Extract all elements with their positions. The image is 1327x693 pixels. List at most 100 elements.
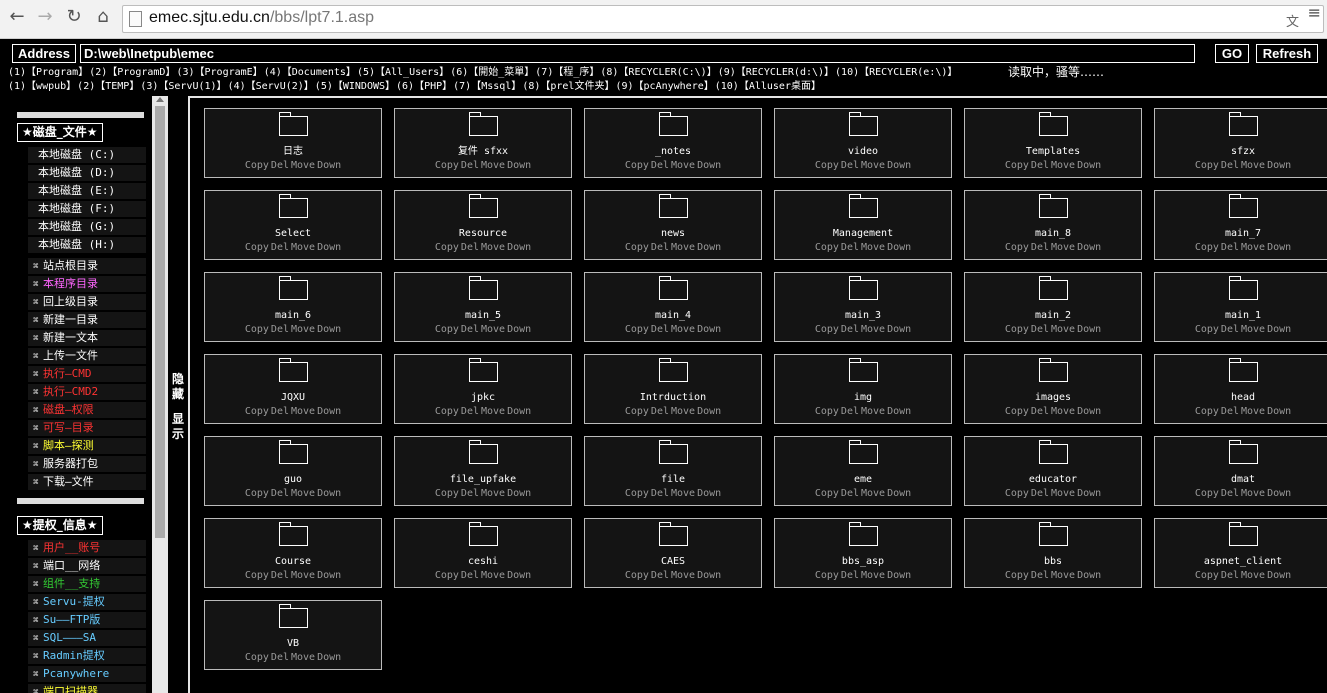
drive-link[interactable]: 本地磁盘 (E:) [28,183,146,199]
folder-action-down-link[interactable]: Down [1267,242,1291,253]
folder-action-del-link[interactable]: Del [1031,488,1049,499]
folder-name[interactable]: 复件 sfxx [395,145,571,158]
folder-name[interactable]: ceshi [395,555,571,568]
folder-action-move-link[interactable]: Move [1241,160,1265,171]
folder-name[interactable]: VB [205,637,381,650]
folder-icon[interactable] [849,358,878,382]
folder-action-move-link[interactable]: Move [671,406,695,417]
folder-name[interactable]: JQXU [205,391,381,404]
folder-tile[interactable]: eme Copy Del Move Down [774,436,952,506]
folder-action-move-link[interactable]: Move [1051,570,1075,581]
folder-icon[interactable] [279,440,308,464]
forward-icon[interactable]: → [34,6,56,28]
folder-action-move-link[interactable]: Move [481,570,505,581]
folder-icon[interactable] [469,276,498,300]
folder-action-del-link[interactable]: Del [461,160,479,171]
folder-action-down-link[interactable]: Down [1077,324,1101,335]
folder-action-down-link[interactable]: Down [887,324,911,335]
folder-tile[interactable]: main_6 Copy Del Move Down [204,272,382,342]
folder-action-copy-link[interactable]: Copy [1005,488,1029,499]
folder-action-copy-link[interactable]: Copy [1005,160,1029,171]
quicklink[interactable]: (2)【ProgramD】 [89,67,175,78]
folder-tile[interactable]: file_upfake Copy Del Move Down [394,436,572,506]
folder-tile[interactable]: Resource Copy Del Move Down [394,190,572,260]
folder-icon[interactable] [1229,358,1258,382]
folder-icon[interactable] [659,358,688,382]
folder-action-move-link[interactable]: Move [291,242,315,253]
sidebar-info-item[interactable]: ⌘ Pcanywhere [28,666,146,682]
url-bar[interactable]: emec.sjtu.edu.cn/bbs/lpt7.1.asp 文 [122,5,1324,33]
folder-name[interactable]: img [775,391,951,404]
folder-name[interactable]: Intrduction [585,391,761,404]
folder-icon[interactable] [279,604,308,628]
folder-action-del-link[interactable]: Del [271,324,289,335]
folder-action-del-link[interactable]: Del [841,406,859,417]
folder-icon[interactable] [849,440,878,464]
folder-name[interactable]: CAES [585,555,761,568]
folder-icon[interactable] [1229,522,1258,546]
folder-action-copy-link[interactable]: Copy [625,160,649,171]
folder-action-copy-link[interactable]: Copy [1195,406,1219,417]
folder-action-del-link[interactable]: Del [841,488,859,499]
folder-name[interactable]: main_7 [1155,227,1327,240]
folder-tile[interactable]: Course Copy Del Move Down [204,518,382,588]
folder-action-del-link[interactable]: Del [651,488,669,499]
folder-action-copy-link[interactable]: Copy [815,160,839,171]
folder-icon[interactable] [1039,194,1068,218]
quicklink[interactable]: (4)【Documents】 [264,67,356,78]
quicklink[interactable]: (2)【TEMP】 [77,81,139,92]
show-sidebar-link[interactable]: 显示 [171,412,185,442]
sidebar-info-item[interactable]: ⌘ Radmin提权 [28,648,146,664]
folder-tile[interactable]: main_2 Copy Del Move Down [964,272,1142,342]
folder-name[interactable]: guo [205,473,381,486]
quicklink[interactable]: (5)【All_Users】 [357,67,449,78]
folder-icon[interactable] [469,194,498,218]
folder-name[interactable]: sfzx [1155,145,1327,158]
folder-icon[interactable] [279,194,308,218]
folder-name[interactable]: video [775,145,951,158]
folder-action-move-link[interactable]: Move [1051,160,1075,171]
folder-action-copy-link[interactable]: Copy [815,570,839,581]
folder-tile[interactable]: VB Copy Del Move Down [204,600,382,670]
folder-action-del-link[interactable]: Del [651,406,669,417]
folder-action-down-link[interactable]: Down [887,160,911,171]
folder-action-del-link[interactable]: Del [841,570,859,581]
quicklink[interactable]: (10)【Alluser桌面】 [715,81,821,92]
folder-name[interactable]: file [585,473,761,486]
folder-action-copy-link[interactable]: Copy [435,160,459,171]
folder-action-copy-link[interactable]: Copy [625,570,649,581]
folder-name[interactable]: eme [775,473,951,486]
drive-link[interactable]: 本地磁盘 (F:) [28,201,146,217]
folder-action-move-link[interactable]: Move [671,488,695,499]
folder-action-down-link[interactable]: Down [507,242,531,253]
folder-name[interactable]: main_1 [1155,309,1327,322]
folder-name[interactable]: bbs_asp [775,555,951,568]
folder-icon[interactable] [279,276,308,300]
folder-tile[interactable]: aspnet_client Copy Del Move Down [1154,518,1327,588]
folder-name[interactable]: main_6 [205,309,381,322]
sidebar-tool-item[interactable]: ⌘ 磁盘—权限 [28,402,146,418]
folder-action-move-link[interactable]: Move [671,324,695,335]
folder-tile[interactable]: file Copy Del Move Down [584,436,762,506]
folder-tile[interactable]: Select Copy Del Move Down [204,190,382,260]
folder-action-copy-link[interactable]: Copy [815,242,839,253]
folder-action-move-link[interactable]: Move [861,406,885,417]
folder-action-copy-link[interactable]: Copy [245,406,269,417]
folder-action-down-link[interactable]: Down [507,160,531,171]
folder-name[interactable]: main_8 [965,227,1141,240]
folder-icon[interactable] [849,522,878,546]
folder-action-copy-link[interactable]: Copy [245,570,269,581]
quicklink[interactable]: (8)【prel文件夹】 [522,81,614,92]
folder-action-move-link[interactable]: Move [861,570,885,581]
folder-action-copy-link[interactable]: Copy [625,242,649,253]
folder-name[interactable]: main_3 [775,309,951,322]
folder-action-move-link[interactable]: Move [291,160,315,171]
folder-action-copy-link[interactable]: Copy [435,488,459,499]
quicklink[interactable]: (3)【ServU(1)】 [140,81,226,92]
drive-link[interactable]: 本地磁盘 (D:) [28,165,146,181]
quicklink[interactable]: (6)【開始_菜單】 [450,67,534,78]
folder-action-del-link[interactable]: Del [271,406,289,417]
folder-tile[interactable]: Intrduction Copy Del Move Down [584,354,762,424]
sidebar-tool-item[interactable]: ⌘ 下载—文件 [28,474,146,490]
folder-tile[interactable]: jpkc Copy Del Move Down [394,354,572,424]
